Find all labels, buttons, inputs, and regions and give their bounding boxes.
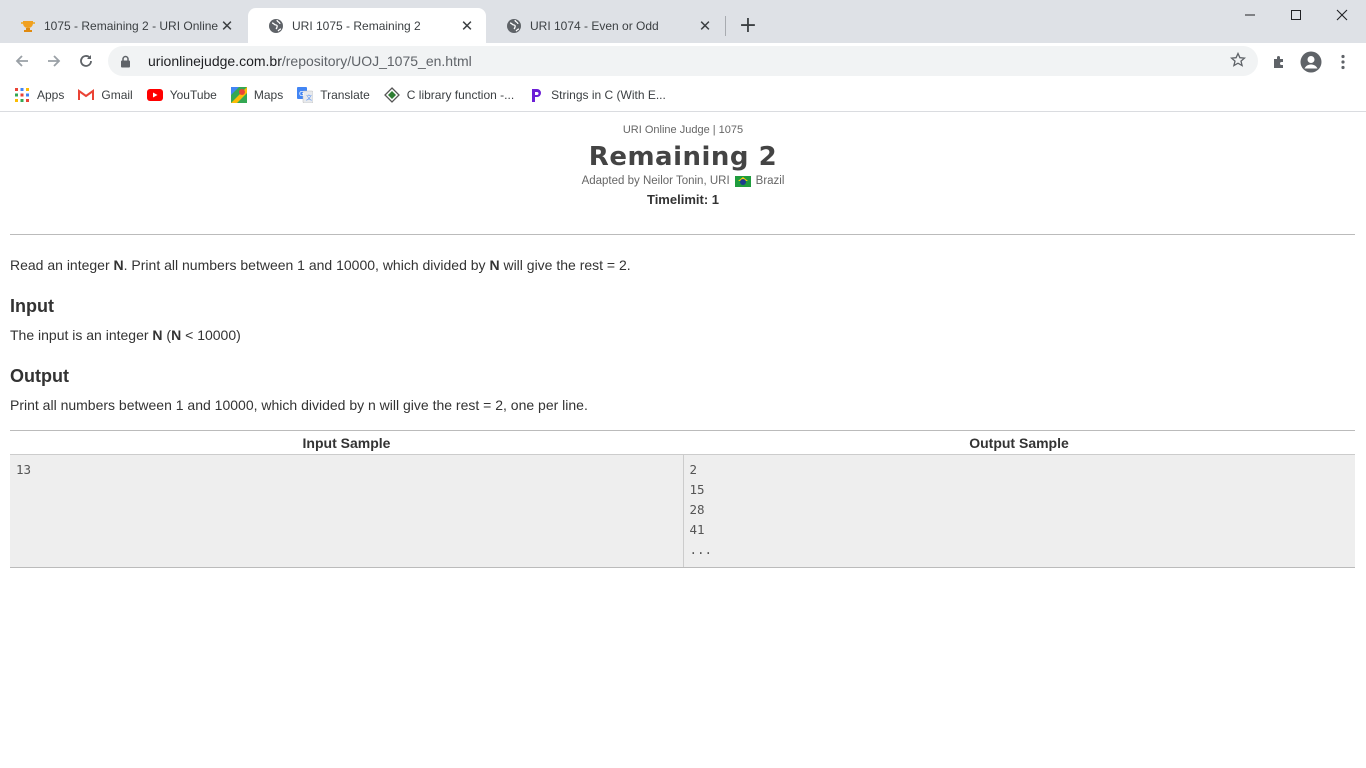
programiz-icon [528, 87, 544, 103]
globe-icon [506, 18, 522, 34]
sample-line: 2 [689, 462, 698, 477]
tab-title: URI 1074 - Even or Odd [530, 18, 659, 33]
sample-line: 41 [689, 522, 705, 537]
minimize-button[interactable] [1227, 0, 1273, 30]
bookmark-label: Translate [320, 88, 370, 102]
reload-icon [80, 55, 92, 67]
brazil-flag-icon [734, 175, 751, 187]
bookmark-label: C library function -... [406, 88, 515, 102]
maximize-button[interactable] [1273, 0, 1319, 30]
bookmarks-bar: Apps Gmail YouTube Maps G文 Translate C l… [0, 79, 1366, 112]
breadcrumb: URI Online Judge | 1075 [622, 124, 744, 136]
url-path: /repository/UOJ_1075_en.html [281, 53, 472, 69]
apps-grid-icon [14, 87, 30, 103]
reload-button[interactable] [74, 49, 98, 73]
tab-close-icon[interactable]: ✕ [696, 17, 714, 35]
output-heading: Output [10, 366, 69, 386]
page-title: Remaining 2 [588, 142, 778, 172]
svg-text:文: 文 [306, 94, 312, 102]
url-host: urionlinejudge.com.br [148, 53, 282, 69]
tab-close-icon[interactable]: ✕ [458, 17, 476, 35]
profile-avatar-icon[interactable] [1300, 51, 1322, 73]
svg-text:G: G [299, 90, 304, 98]
lock-icon [120, 55, 134, 68]
youtube-icon [146, 87, 163, 103]
input-description: The input is an integer N (N < 10000) [10, 327, 241, 343]
tab-title: URI 1075 - Remaining 2 [292, 18, 421, 33]
output-sample-header: Output Sample [683, 430, 1355, 455]
input-heading: Input [10, 296, 54, 316]
forward-button[interactable] [42, 49, 66, 73]
author-text: Adapted by Neilor Tonin, URI [581, 175, 730, 187]
bookmark-gmail[interactable]: Gmail [78, 81, 133, 109]
bookmark-star-icon[interactable] [1229, 51, 1247, 73]
sample-line: 28 [689, 502, 705, 517]
output-description: Print all numbers between 1 and 10000, w… [10, 397, 588, 413]
maps-icon [230, 87, 247, 103]
uri-trophy-icon [20, 18, 36, 34]
bookmark-c-library[interactable]: C library function -... [383, 81, 515, 109]
bookmark-youtube[interactable]: YouTube [146, 81, 217, 109]
menu-dots-icon[interactable] [1332, 51, 1354, 73]
toolbar: urionlinejudge.com.br/repository/UOJ_107… [0, 43, 1366, 79]
sample-line: 13 [16, 462, 32, 477]
samples-table: Input Sample Output Sample 13 2 15 28 41… [10, 430, 1355, 568]
problem-page: URI Online Judge | 1075 Remaining 2 Adap… [0, 112, 1366, 768]
close-window-button[interactable] [1319, 0, 1365, 30]
timelimit: Timelimit: 1 [646, 192, 719, 207]
divider [10, 234, 1355, 235]
new-tab-button[interactable]: + [737, 13, 759, 38]
input-sample-header: Input Sample [10, 430, 683, 455]
input-sample-cell: 13 [10, 454, 684, 568]
c-library-icon [383, 87, 400, 103]
address-bar[interactable]: urionlinejudge.com.br/repository/UOJ_107… [108, 46, 1258, 76]
extensions-icon[interactable] [1268, 51, 1290, 73]
tab-strip: 1075 - Remaining 2 - URI Online ✕ URI 10… [0, 0, 1366, 43]
gmail-icon [78, 87, 95, 103]
globe-icon [268, 18, 284, 34]
sample-line: 15 [689, 482, 705, 497]
problem-description: Read an integer N. Print all numbers bet… [10, 257, 631, 273]
bookmark-label: YouTube [169, 88, 217, 102]
arrow-left-icon [15, 55, 28, 67]
tab-separator [725, 16, 726, 36]
tab-title: 1075 - Remaining 2 - URI Online [44, 18, 218, 33]
arrow-right-icon [48, 55, 61, 67]
sample-line: ... [689, 542, 713, 557]
bookmark-label: Strings in C (With E... [551, 88, 666, 102]
translate-icon: G文 [297, 87, 314, 103]
tab-close-icon[interactable]: ✕ [218, 17, 236, 35]
output-sample-cell: 2 15 28 41 ... [683, 454, 1355, 568]
browser-chrome: 1075 - Remaining 2 - URI Online ✕ URI 10… [0, 0, 1366, 112]
bookmark-label: Apps [37, 88, 65, 102]
problem-header: URI Online Judge | 1075 Remaining 2 Adap… [0, 112, 1366, 207]
bookmark-label: Gmail [101, 88, 133, 102]
bookmark-translate[interactable]: G文 Translate [297, 81, 370, 109]
bookmark-strings-in-c[interactable]: Strings in C (With E... [528, 81, 666, 109]
bookmark-maps[interactable]: Maps [230, 81, 284, 109]
tab-uri-1075-online[interactable]: 1075 - Remaining 2 - URI Online ✕ [0, 8, 246, 43]
author-country: Brazil [755, 175, 785, 187]
back-button[interactable] [10, 49, 34, 73]
bookmark-label: Maps [253, 88, 284, 102]
bookmark-apps[interactable]: Apps [14, 81, 64, 109]
tab-uri-1074[interactable]: URI 1074 - Even or Odd ✕ [486, 8, 724, 43]
author-line: Adapted by Neilor Tonin, URI Brazil [0, 175, 1366, 187]
tab-uri-1075-remaining[interactable]: URI 1075 - Remaining 2 ✕ [248, 8, 486, 43]
